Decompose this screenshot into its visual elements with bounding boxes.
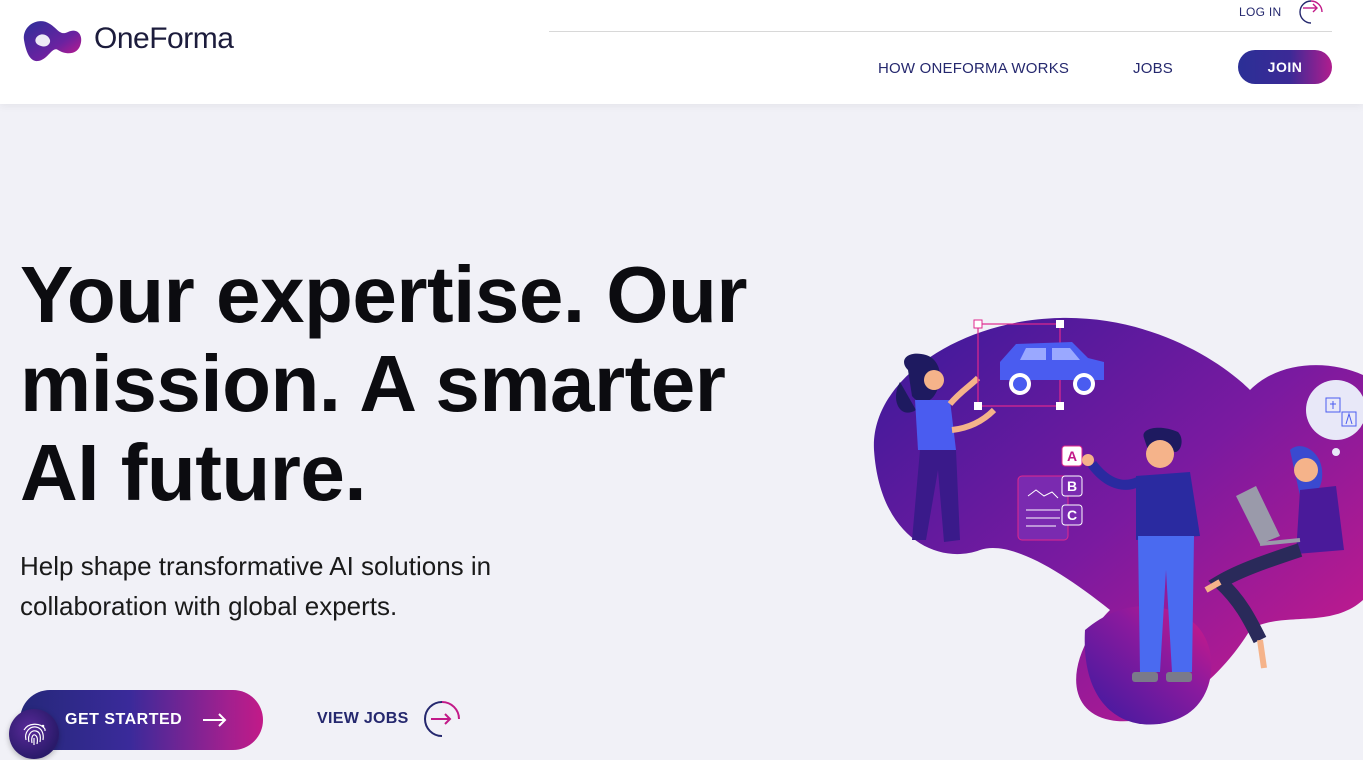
arrow-right-icon [203,713,227,727]
view-jobs-link[interactable]: VIEW JOBS [317,700,461,738]
brand-name: OneForma [94,22,234,55]
option-c-label: C [1067,507,1077,523]
arrow-right-circle-icon [1299,0,1324,24]
option-a-label: A [1067,448,1077,464]
join-button[interactable]: JOIN [1238,50,1332,84]
login-link[interactable]: LOG IN [1239,0,1325,24]
view-jobs-label: VIEW JOBS [317,710,409,727]
hero-title: Your expertise. Our mission. A smarter A… [20,250,748,517]
fingerprint-icon [23,723,46,745]
option-b-label: B [1067,478,1077,494]
cookie-consent-button[interactable] [9,709,59,759]
answer-options: A B C [1061,445,1083,526]
get-started-label: GET STARTED [65,711,183,728]
document-card [1017,475,1069,541]
header-divider [549,31,1332,32]
nav-how-oneforma-works[interactable]: HOW ONEFORMA WORKS [878,60,1069,77]
hero-subtitle: Help shape transformative AI solutions i… [20,551,492,621]
nav-jobs[interactable]: JOBS [1133,60,1173,77]
brand-logo-link[interactable]: OneForma [20,14,234,64]
hero-illustration: A B C [873,317,1363,725]
login-label: LOG IN [1239,5,1282,19]
arrow-right-circle-icon [423,701,460,737]
oneforma-logo-icon [23,21,82,62]
site-header: OneForma LOG IN HOW ONEFORMA WORKS JOBS … [0,0,1363,104]
